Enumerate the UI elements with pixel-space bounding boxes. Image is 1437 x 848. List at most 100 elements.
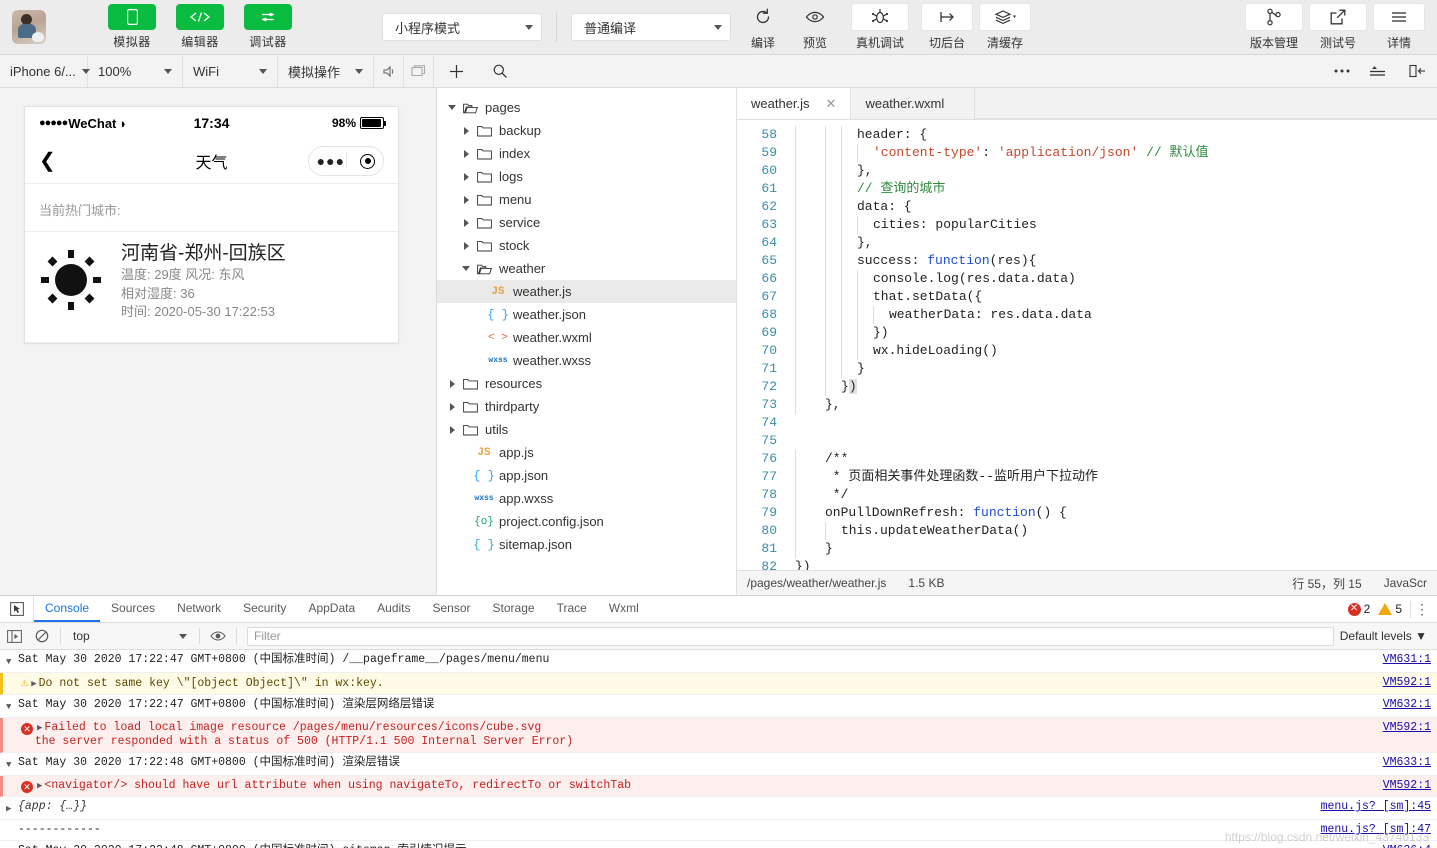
mode-button-editor[interactable]: 编辑器 [176,4,224,50]
devtools-tab-wxml[interactable]: Wxml [598,596,650,622]
devtools-more-icon[interactable]: ⋮ [1410,600,1429,618]
code-content[interactable]: header: { 'content-type': 'application/j… [785,120,1437,570]
tree-item-thirdparty[interactable]: thirdparty [437,395,736,418]
compile-select[interactable]: 普通编译 [571,13,731,41]
console-log-row[interactable]: ▼Sat May 30 2020 17:22:48 GMT+0800 (中国标准… [0,841,1437,848]
console-log-row[interactable]: ▼Sat May 30 2020 17:22:48 GMT+0800 (中国标准… [0,753,1437,776]
tree-item-app-js[interactable]: JS app.js [437,441,736,464]
device-select[interactable]: iPhone 6/... [0,55,90,87]
clear-cache-button[interactable]: 清缓存 [979,3,1031,51]
tree-item-service[interactable]: service [437,211,736,234]
tree-item-pages[interactable]: pages [437,96,736,119]
console-sidebar-icon[interactable] [0,629,28,643]
clear-console-icon[interactable] [28,629,56,643]
console-log-source-link[interactable]: VM632:1 [1383,698,1431,712]
console-log-source-link[interactable]: VM592:1 [1383,779,1431,793]
console-log-row[interactable]: ✕ ▶ Failed to load local image resource /p… [0,718,1437,753]
log-levels-select[interactable]: Default levels ▼ [1340,629,1437,643]
add-file-button[interactable] [434,55,478,87]
mode-button-debugger[interactable]: 调试器 [244,4,292,50]
details-button[interactable]: 详情 [1373,3,1425,51]
chevron-right-icon[interactable] [459,172,473,181]
console-log-row[interactable]: ▼ Sat May 30 2020 17:22:47 GMT+0800 (中国标准… [0,650,1437,673]
tree-item-sitemap-json[interactable]: { } sitemap.json [437,533,736,556]
chevron-right-icon[interactable]: ▶ [6,800,18,816]
compile-button[interactable]: 编译 [737,3,789,51]
devtools-tab-console[interactable]: Console [34,596,101,622]
tree-item-utils[interactable]: utils [437,418,736,441]
background-button[interactable]: 切后台 [921,3,973,51]
console-log-row[interactable]: ▶ {app: {…}} menu.js? [sm]:45 [0,797,1437,820]
search-files-button[interactable] [478,55,522,87]
console-log-list[interactable]: ▼ Sat May 30 2020 17:22:47 GMT+0800 (中国标准… [0,650,1437,848]
back-button[interactable]: ❮ [39,151,56,171]
tree-item-project-config-json[interactable]: {o} project.config.json [437,510,736,533]
devtools-tab-audits[interactable]: Audits [366,596,421,622]
chevron-down-icon[interactable]: ▼ [6,844,18,848]
close-target-icon[interactable] [360,153,376,169]
tree-item-app-json[interactable]: { } app.json [437,464,736,487]
chevron-right-icon[interactable] [6,823,18,825]
console-log-source-link[interactable]: VM592:1 [1383,721,1431,735]
tree-item-weather-json[interactable]: { } weather.json [437,303,736,326]
simulate-action-select[interactable]: 模拟操作 [278,55,374,87]
chevron-right-icon[interactable] [459,195,473,204]
panel-icon[interactable] [1397,55,1437,87]
chevron-right-icon[interactable] [445,425,459,434]
weather-card[interactable]: 河南省-郑州-回族区 温度: 29度 风况: 东风 相对湿度: 36 时间: 2… [25,231,398,344]
tab-weather-wxml[interactable]: weather.wxml [851,88,976,119]
console-log-source-link[interactable]: menu.js? [sm]:47 [1321,823,1431,837]
console-log-source-link[interactable]: VM631:1 [1383,653,1431,667]
error-badge[interactable]: ✕ 2 [1347,602,1370,616]
devtools-tab-storage[interactable]: Storage [482,596,546,622]
file-tree[interactable]: pages backup index logs menu service stock weat… [437,88,737,595]
tree-item-weather-wxml[interactable]: < > weather.wxml [437,326,736,349]
mode-select[interactable]: 小程序模式 [382,13,542,41]
log-level-icon[interactable] [9,779,21,781]
console-filter-input[interactable]: Filter [247,626,1334,646]
chevron-right-icon[interactable] [459,126,473,135]
code-area[interactable]: 58 59 60 61 62 63 64 65 66 67 68 69 70 71 72 73 74 75 76 77… [737,120,1437,570]
console-log-source-link[interactable]: VM592:1 [1383,676,1431,690]
devtools-tab-trace[interactable]: Trace [546,596,598,622]
tree-item-backup[interactable]: backup [437,119,736,142]
chevron-down-icon[interactable]: ▼ [6,653,18,669]
chevron-down-icon[interactable]: ▼ [6,698,18,714]
inspect-element-icon[interactable] [0,596,34,622]
console-log-row[interactable]: ▼ Sat May 30 2020 17:22:47 GMT+0800 (中国标准… [0,695,1437,718]
zoom-select[interactable]: 100% [88,55,183,87]
window-icon[interactable] [404,55,434,87]
preview-button[interactable]: 预览 [789,3,841,51]
console-log-row[interactable]: ⚠ ▶ Do not set same key \"[object Object]\… [0,673,1437,695]
devtools-tab-sensor[interactable]: Sensor [422,596,482,622]
chevron-right-icon[interactable] [445,402,459,411]
close-icon[interactable]: ✕ [826,96,837,112]
execution-context-select[interactable]: top [65,629,195,643]
warning-badge[interactable]: 5 [1378,602,1402,616]
chevron-down-icon[interactable] [459,266,473,271]
tree-item-resources[interactable]: resources [437,372,736,395]
log-level-icon[interactable] [9,676,21,678]
capsule-buttons[interactable]: ●●● [308,146,384,176]
console-log-source-link[interactable]: VM633:1 [1383,756,1431,770]
tree-item-stock[interactable]: stock [437,234,736,257]
volume-icon[interactable] [374,55,404,87]
chevron-down-icon[interactable] [445,105,459,110]
log-level-icon[interactable] [9,721,21,723]
tree-item-weather-wxss[interactable]: wxss weather.wxss [437,349,736,372]
phone-preview[interactable]: ●●●●● WeChat ◗ 17:34 98% ❮ 天气 ●●● 当前热门城市… [24,106,399,345]
tree-item-app-wxss[interactable]: wxss app.wxss [437,487,736,510]
real-device-debug-button[interactable]: 真机调试 [851,3,909,51]
console-log-source-link[interactable]: menu.js? [sm]:45 [1321,800,1431,814]
test-account-button[interactable]: 测试号 [1309,3,1367,51]
chevron-right-icon[interactable] [459,149,473,158]
chevron-right-icon[interactable] [459,241,473,250]
collapse-icon[interactable] [1357,55,1397,87]
user-avatar[interactable] [12,10,46,44]
tree-item-menu[interactable]: menu [437,188,736,211]
network-select[interactable]: WiFi [183,55,278,87]
live-expression-icon[interactable] [204,630,232,642]
tree-item-logs[interactable]: logs [437,165,736,188]
mode-button-simulator[interactable]: 模拟器 [108,4,156,50]
console-log-source-link[interactable]: VM636:4 [1383,844,1431,848]
